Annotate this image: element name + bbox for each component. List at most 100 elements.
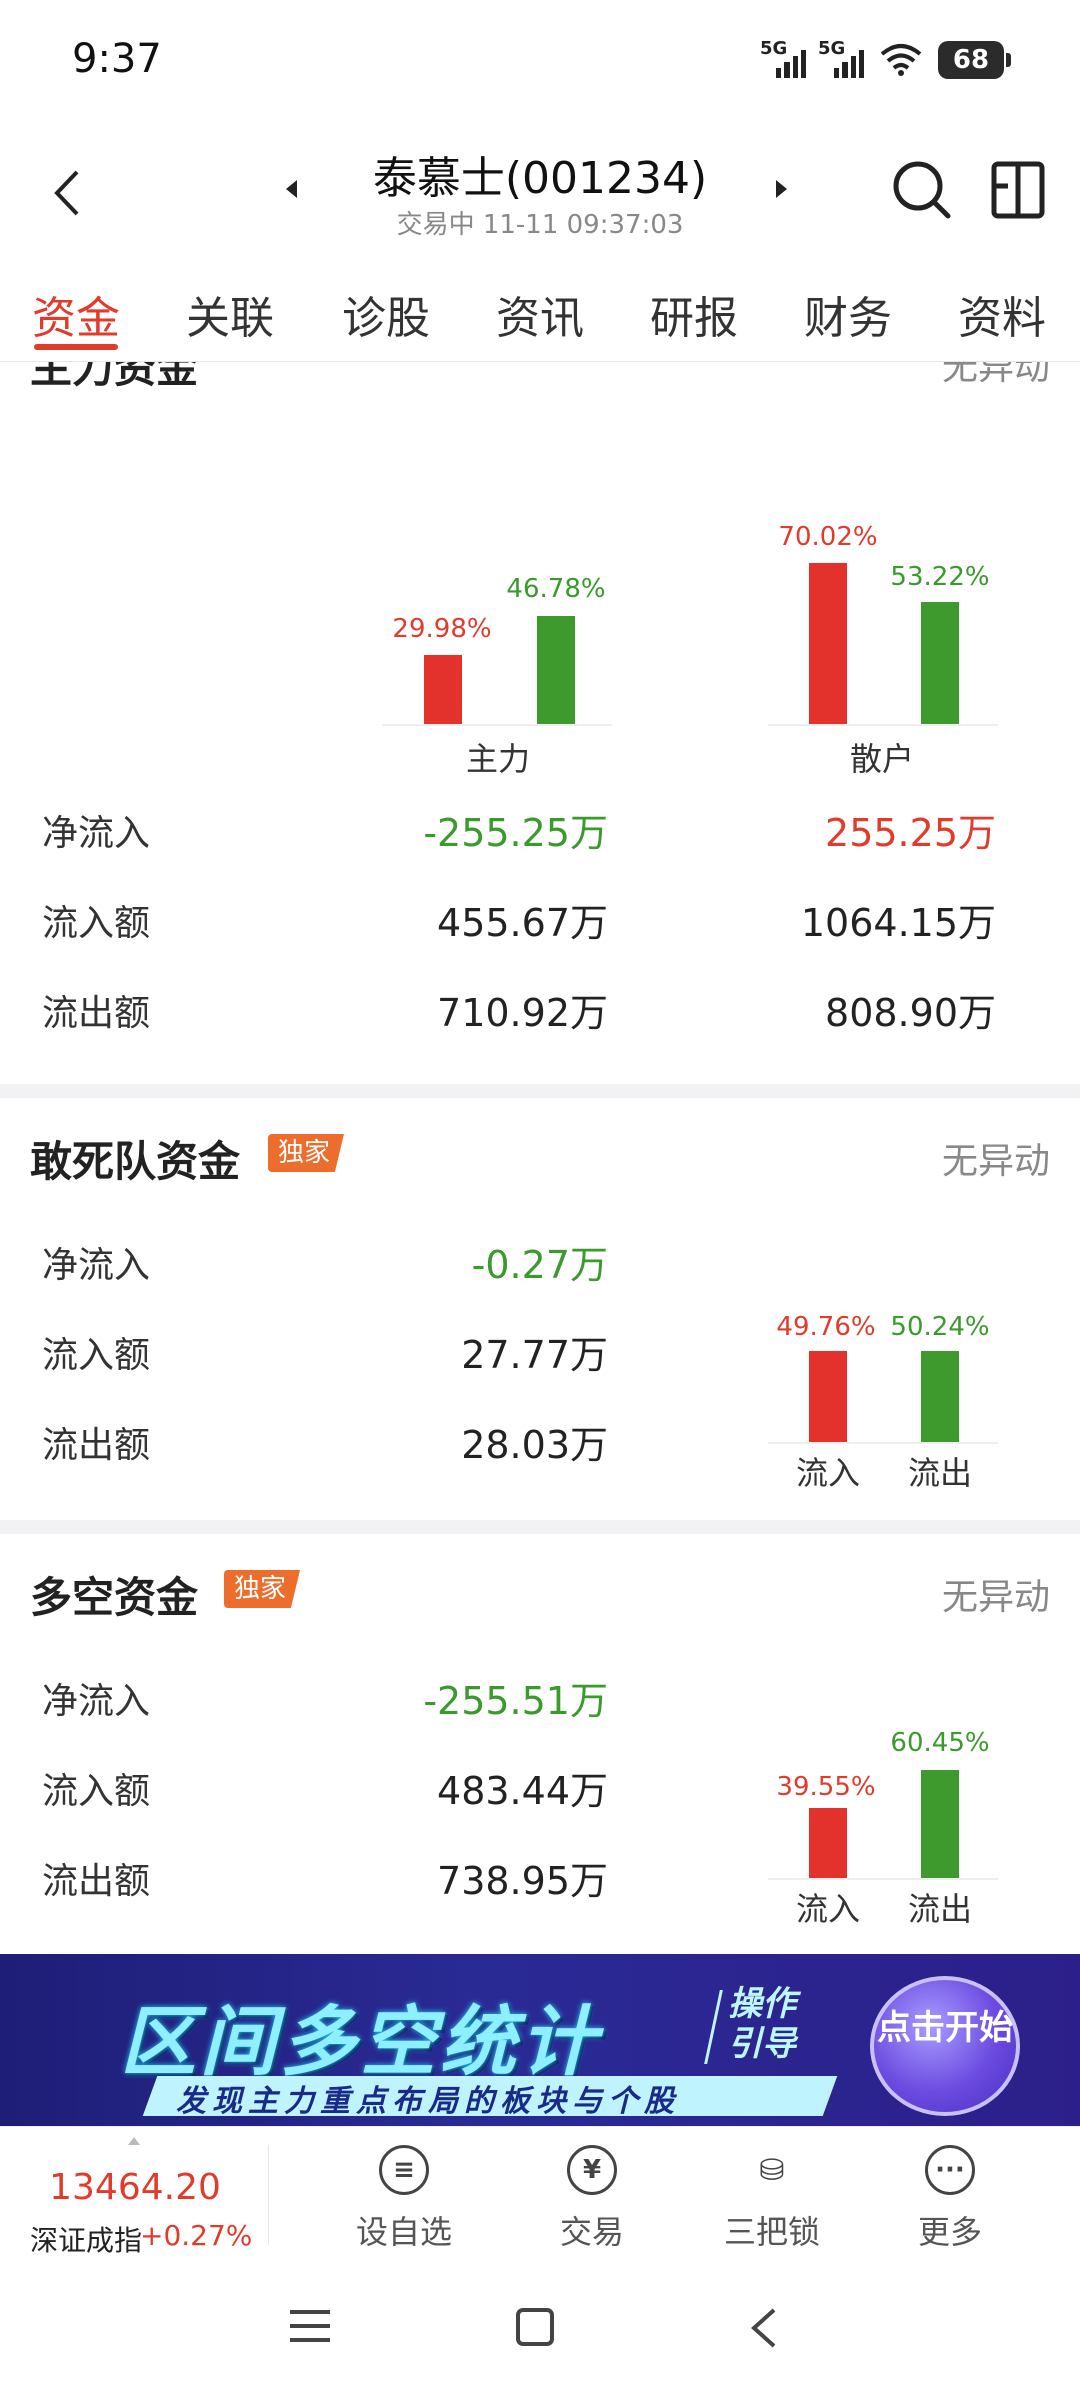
net-inflow-label: 净流入 [42, 813, 151, 854]
main-label: 主力 [465, 740, 530, 778]
three-locks-button[interactable]: ⛁ 三把锁 [702, 2145, 842, 2255]
section-status: 无异动 [941, 362, 1050, 388]
tab-finance[interactable]: 财务 [804, 282, 892, 346]
main-net-inflow: -255.25万 [423, 811, 608, 855]
exclusive-badge: 独家 [268, 1134, 345, 1172]
section-title: 敢死队资金 [30, 1137, 241, 1186]
index-change[interactable]: +0.27% [140, 2219, 252, 2252]
main-inflow: 455.67万 [437, 901, 608, 945]
longshort-net-inflow: -255.51万 [423, 1679, 608, 1723]
chevron-left-icon [751, 2308, 776, 2348]
tab-diagnosis[interactable]: 诊股 [342, 282, 430, 346]
longshort-in-bar [809, 1807, 847, 1878]
section-status: 无异动 [941, 1577, 1050, 1618]
system-back-button[interactable] [744, 2306, 784, 2350]
home-button[interactable] [516, 2308, 554, 2346]
retail-net-inflow: 255.25万 [825, 811, 996, 855]
outflow-label: 流出额 [42, 993, 151, 1034]
section-title: 主力资金 [30, 362, 199, 392]
more-button[interactable]: ··· 更多 [880, 2145, 1020, 2255]
banner-headline: 区间多空统计 [120, 1997, 600, 2086]
banner-guide: 操作引导 [728, 1984, 796, 2064]
section-divider [0, 1520, 1080, 1534]
search-button[interactable] [890, 158, 954, 222]
signal-icon: 5G [818, 38, 864, 78]
dare-out-bar [921, 1350, 959, 1442]
outflow-label: 流出额 [42, 1425, 151, 1466]
exclusive-badge: 独家 [224, 1570, 301, 1608]
net-inflow-label: 净流入 [42, 1681, 151, 1722]
main-outflow: 710.92万 [437, 991, 608, 1035]
system-nav-bar [0, 2264, 1080, 2400]
dare-out-pct: 50.24% [890, 1312, 990, 1342]
status-bar: 9:37 5G 5G 68 [0, 0, 1080, 120]
more-label: 更多 [917, 2213, 982, 2251]
share-icon [991, 161, 1045, 219]
active-tab-indicator [34, 344, 118, 350]
inflow-label: 流入额 [42, 1771, 151, 1812]
retail-label: 散户 [849, 740, 914, 778]
longshort-out-pct: 60.45% [890, 1728, 990, 1758]
banner-separator [704, 1990, 723, 2064]
dare-inflow: 27.77万 [461, 1333, 608, 1377]
longshort-in-label: 流入 [795, 1890, 860, 1928]
chart-baseline [768, 724, 998, 726]
expand-arrow-icon[interactable] [128, 2137, 140, 2145]
tab-profile[interactable]: 资料 [958, 282, 1046, 346]
share-button[interactable] [988, 158, 1048, 222]
index-name[interactable]: 深证成指 [30, 2219, 142, 2259]
status-icons: 5G 5G 68 [760, 38, 1011, 82]
dare-in-bar [809, 1351, 847, 1442]
yuan-icon: ¥ [567, 2145, 617, 2195]
retail-out-pct: 53.22% [890, 562, 990, 592]
longshort-inflow: 483.44万 [437, 1769, 608, 1813]
search-icon [893, 161, 951, 219]
chart-baseline [382, 724, 612, 726]
bottom-bar: 13464.20 深证成指 +0.27% ≡ 设自选 ¥ 交易 ⛁ 三把锁 ··… [0, 2126, 1080, 2264]
index-value[interactable]: 13464.20 [30, 2167, 240, 2208]
content-area[interactable]: 主力资金 无异动 29.98% 46.78% 主力 70.02% 53.22% … [0, 362, 1080, 1954]
retail-out-bar [921, 601, 959, 724]
main-in-pct: 29.98% [392, 614, 492, 644]
retail-inflow: 1064.15万 [800, 901, 996, 945]
tab-related[interactable]: 关联 [186, 282, 274, 346]
main-out-pct: 46.78% [506, 574, 606, 604]
longshort-out-label: 流出 [907, 1890, 972, 1928]
list-icon: ≡ [379, 2145, 429, 2195]
longshort-in-pct: 39.55% [776, 1772, 876, 1802]
chart-baseline [768, 1878, 998, 1880]
recent-apps-button[interactable] [290, 2310, 330, 2346]
retail-in-bar [809, 562, 847, 724]
tab-bar: 资金 关联 诊股 资讯 研报 财务 资料 [0, 262, 1080, 362]
dare-in-label: 流入 [795, 1454, 860, 1492]
tab-news[interactable]: 资讯 [496, 282, 584, 346]
promo-banner[interactable]: 区间多空统计 操作引导 发现主力重点布局的板块与个股 点击开始 [0, 1954, 1080, 2126]
trade-label: 交易 [559, 2213, 624, 2251]
trade-button[interactable]: ¥ 交易 [522, 2145, 662, 2255]
section-title: 多空资金 [30, 1573, 199, 1622]
retail-in-pct: 70.02% [778, 522, 878, 552]
section-divider [0, 1084, 1080, 1098]
signal-label: 5G [818, 38, 846, 59]
signal-label: 5G [760, 38, 788, 59]
longshort-outflow: 738.95万 [437, 1859, 608, 1903]
add-watchlist-label: 设自选 [355, 2213, 452, 2251]
main-out-bar [537, 616, 575, 724]
status-time: 9:37 [72, 36, 162, 82]
chart-baseline [768, 1442, 998, 1444]
longshort-out-bar [921, 1770, 959, 1878]
locks-icon: ⛁ [759, 2152, 785, 2188]
add-watchlist-button[interactable]: ≡ 设自选 [334, 2145, 474, 2255]
next-stock-button[interactable] [776, 180, 787, 198]
tab-research[interactable]: 研报 [650, 282, 738, 346]
tab-funds[interactable]: 资金 [32, 282, 120, 346]
inflow-label: 流入额 [42, 903, 151, 944]
banner-start-button[interactable]: 点击开始 [870, 1976, 1020, 2116]
retail-outflow: 808.90万 [825, 991, 996, 1035]
dare-in-pct: 49.76% [776, 1312, 876, 1342]
wifi-icon [880, 44, 922, 76]
more-icon: ··· [925, 2145, 975, 2195]
signal-icon: 5G [760, 38, 806, 78]
net-inflow-label: 净流入 [42, 1245, 151, 1286]
banner-subtitle: 发现主力重点布局的板块与个股 [176, 2084, 680, 2119]
